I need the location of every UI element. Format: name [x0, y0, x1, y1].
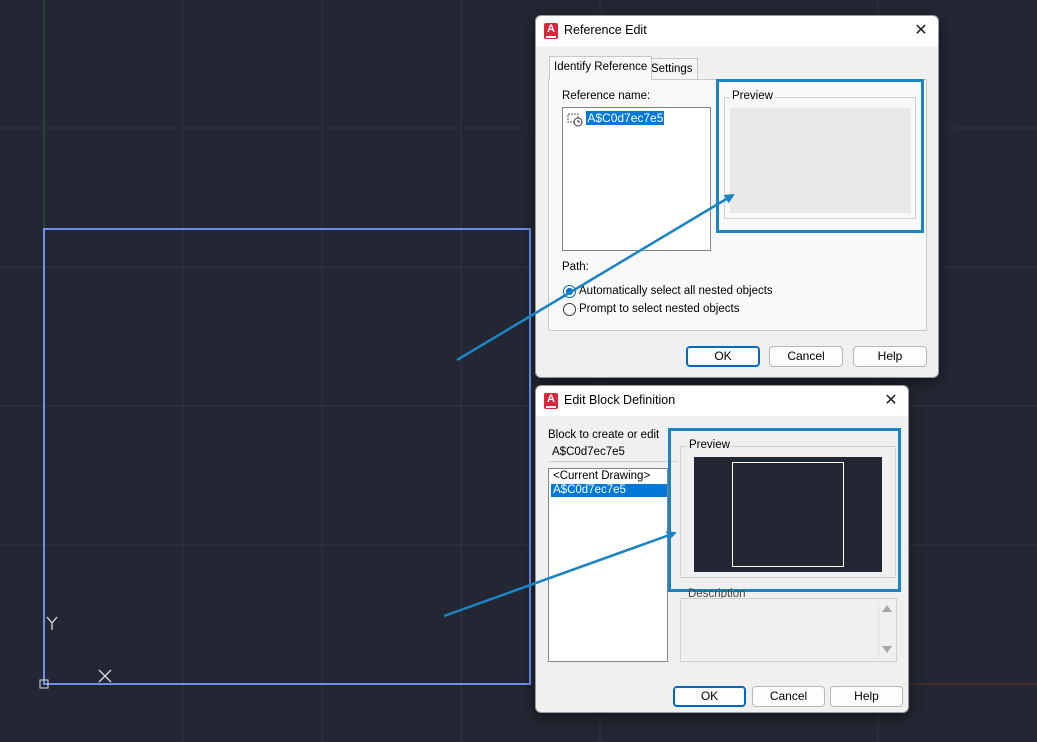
edit-block-title: Edit Block Definition: [564, 393, 676, 407]
cancel-button[interactable]: Cancel: [752, 686, 825, 707]
auto-select-nested-label[interactable]: Automatically select all nested objects: [579, 285, 773, 297]
help-button[interactable]: Help: [853, 346, 927, 367]
block-preview-callout-box: [668, 428, 901, 592]
block-name-value: A$C0d7ec7e5: [552, 446, 625, 458]
ok-button[interactable]: OK: [673, 686, 746, 707]
prompt-select-nested-label[interactable]: Prompt to select nested objects: [579, 303, 739, 315]
scroll-down-icon[interactable]: [882, 646, 892, 653]
cancel-button[interactable]: Cancel: [769, 346, 843, 367]
reference-tree[interactable]: A$C0d7ec7e5: [562, 107, 711, 251]
auto-select-nested-radio[interactable]: [563, 285, 576, 298]
autocad-logo-icon: A: [544, 393, 558, 409]
xref-icon: [567, 113, 583, 127]
close-icon[interactable]: ✕: [910, 20, 932, 42]
block-name-field[interactable]: A$C0d7ec7e5: [548, 444, 678, 462]
reference-edit-dialog: A Reference Edit ✕ Identify Reference Se…: [535, 15, 939, 378]
block-list-item-selected[interactable]: A$C0d7ec7e5: [551, 484, 667, 497]
tab-settings[interactable]: Settings: [646, 58, 698, 80]
reference-name-label: Reference name:: [562, 90, 651, 102]
ok-button[interactable]: OK: [686, 346, 760, 367]
block-outline: [43, 228, 531, 685]
description-box[interactable]: [680, 598, 897, 662]
tab-identify-reference[interactable]: Identify Reference: [549, 56, 653, 80]
prompt-select-nested-radio[interactable]: [563, 303, 576, 316]
reference-edit-title: Reference Edit: [564, 23, 647, 37]
path-label: Path:: [562, 261, 589, 273]
reference-tree-item[interactable]: A$C0d7ec7e5: [567, 110, 666, 127]
edit-block-titlebar[interactable]: A Edit Block Definition ✕: [536, 386, 908, 416]
reference-edit-titlebar[interactable]: A Reference Edit ✕: [536, 16, 938, 46]
block-list-item-current-drawing[interactable]: <Current Drawing>: [551, 470, 665, 483]
scroll-up-icon[interactable]: [882, 605, 892, 612]
reference-preview-callout-box: [716, 79, 924, 233]
block-to-create-label: Block to create or edit: [548, 429, 660, 441]
reference-item-label: A$C0d7ec7e5: [585, 110, 666, 126]
close-icon[interactable]: ✕: [880, 390, 902, 412]
help-button[interactable]: Help: [830, 686, 903, 707]
autocad-logo-icon: A: [544, 23, 558, 39]
edit-block-definition-dialog: A Edit Block Definition ✕ Block to creat…: [535, 385, 909, 713]
block-list[interactable]: <Current Drawing> A$C0d7ec7e5: [548, 468, 668, 662]
description-scrollbar[interactable]: [878, 603, 894, 659]
